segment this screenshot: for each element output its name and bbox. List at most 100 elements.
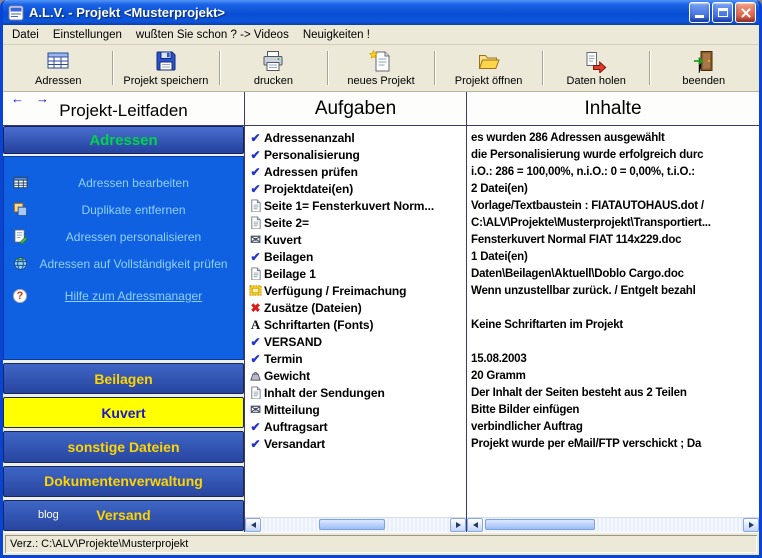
menu-item-neuigkeiten[interactable]: Neuigkeiten ! <box>296 27 377 43</box>
task-row-termin[interactable]: ✔ Termin <box>245 350 466 367</box>
adressen-panel: Adressen bearbeiten Duplikate entfernen Ad… <box>3 156 244 360</box>
statusbar: Verz.: C:\ALV\Projekte\Musterprojekt <box>3 532 759 555</box>
minimize-button[interactable] <box>689 2 710 23</box>
task-label: Seite 1= Fensterkuvert Norm... <box>264 198 435 213</box>
task-label: Versandart <box>264 436 326 451</box>
blog-label[interactable]: blog <box>38 509 59 521</box>
scroll-left-button[interactable] <box>467 518 483 532</box>
task-label: Seite 2= <box>264 215 309 230</box>
task-row-projektdatei-en[interactable]: ✔ Projektdatei(en) <box>245 180 466 197</box>
scroll-track[interactable] <box>483 518 743 532</box>
nav-forward-button[interactable]: → <box>36 92 49 106</box>
sidebar-section-beilagen[interactable]: Beilagen <box>3 363 244 395</box>
task-label: Gewicht <box>264 368 310 383</box>
weight-icon <box>247 369 264 382</box>
contents-rows: es wurden 286 Adressen ausgewählt die Per… <box>467 129 759 517</box>
task-label: Kuvert <box>264 232 302 247</box>
task-row-verfügung-freimachung[interactable]: Verfügung / Freimachung <box>245 282 466 299</box>
maximize-icon <box>717 8 728 17</box>
titlebar[interactable]: A.L.V. - Projekt <Musterprojekt> <box>3 0 759 25</box>
menubar: Datei Einstellungen wußten Sie schon ? -> … <box>3 25 759 45</box>
scroll-right-button[interactable] <box>743 518 759 532</box>
sidebar-item-duplikate-entfernen[interactable]: Duplikate entfernen <box>10 202 237 217</box>
task-row-adressenanzahl[interactable]: ✔ Adressenanzahl <box>245 129 466 146</box>
envelope-icon: ✉ <box>250 401 261 417</box>
task-row-gewicht[interactable]: Gewicht <box>245 367 466 384</box>
menu-item-wußten-sie-schon-videos[interactable]: wußten Sie schon ? -> Videos <box>129 27 296 43</box>
check-icon: ✔ <box>250 334 261 349</box>
task-row-beilagen[interactable]: ✔ Beilagen <box>245 248 466 265</box>
task-label: Adressen prüfen <box>264 164 358 179</box>
task-row-auftragsart[interactable]: ✔ Auftragsart <box>245 418 466 435</box>
sidebar-item-label: Duplikate entfernen <box>81 202 186 217</box>
tasks-rows: ✔ Adressenanzahl ✔ Personalisierung ✔ Adresse… <box>245 129 466 517</box>
sidebar-item-hilfe-zum-adressmanager[interactable]: ? Hilfe zum Adressmanager <box>10 289 237 303</box>
content-row-seite-1-fensterkuvert-norm: Vorlage/Textbaustein : FIATAUTOHAUS.dot … <box>471 199 704 212</box>
tasks-column: ✔ Adressenanzahl ✔ Personalisierung ✔ Adresse… <box>245 126 467 532</box>
menu-item-einstellungen[interactable]: Einstellungen <box>46 27 129 43</box>
toolbar-button-daten-holen[interactable]: Daten holen <box>545 47 648 89</box>
task-row-versandart[interactable]: ✔ Versandart <box>245 435 466 452</box>
check-icon: ✔ <box>250 147 261 162</box>
menu-item-datei[interactable]: Datei <box>5 27 46 43</box>
toolbar-button-drucken[interactable]: drucken <box>222 47 325 89</box>
scroll-thumb[interactable] <box>319 519 385 530</box>
sidebar-section-adressen[interactable]: Adressen <box>3 126 244 154</box>
content-row-seite-2: C:\ALV\Projekte\Musterprojekt\Transporti… <box>471 216 711 229</box>
task-row-beilage-1[interactable]: Beilage 1 <box>245 265 466 282</box>
sidebar-sections: Beilagen Kuvert sonstige Dateien Dokumenten… <box>3 363 244 532</box>
task-row-personalisierung[interactable]: ✔ Personalisierung <box>245 146 466 163</box>
task-label: Schriftarten (Fonts) <box>264 317 374 332</box>
task-row-seite-2[interactable]: Seite 2= <box>245 214 466 231</box>
tasks-horizontal-scrollbar[interactable] <box>245 517 466 532</box>
sidebar-section-dokumentenverwaltung[interactable]: Dokumentenverwaltung <box>3 465 244 497</box>
sidebar: Adressen Adressen bearbeiten Duplikate en… <box>3 126 245 532</box>
content-row-kuvert: Fensterkuvert Normal FIAT 114x229.doc <box>471 233 682 246</box>
toolbar-separator <box>111 51 113 85</box>
triangle-right-icon <box>748 522 754 528</box>
scroll-right-button[interactable] <box>450 518 466 532</box>
sidebar-item-adressen-auf-vollständigkeit-prüfen[interactable]: Adressen auf Vollständigkeit prüfen <box>10 256 237 271</box>
sidebar-section-kuvert[interactable]: Kuvert <box>3 397 244 429</box>
sidebar-item-adressen-bearbeiten[interactable]: Adressen bearbeiten <box>10 175 237 190</box>
contents-horizontal-scrollbar[interactable] <box>467 517 759 532</box>
content-row-projektdatei-en: 2 Datei(en) <box>471 182 528 195</box>
toolbar-button-beenden[interactable]: beenden <box>652 47 755 89</box>
scroll-track[interactable] <box>261 518 450 532</box>
document-icon <box>247 267 264 280</box>
print-icon <box>261 49 285 73</box>
close-button[interactable] <box>735 2 756 23</box>
nav-back-button[interactable]: ← <box>11 92 24 106</box>
scroll-left-button[interactable] <box>245 518 261 532</box>
content-row-personalisierung: die Personalisierung wurde erfolgreich d… <box>471 148 704 161</box>
task-row-kuvert[interactable]: ✉ Kuvert <box>245 231 466 248</box>
content-row-beilagen: 1 Datei(en) <box>471 250 528 263</box>
toolbar-button-projekt-speichern[interactable]: Projekt speichern <box>115 47 218 89</box>
sidebar-section-versand[interactable]: blog Versand <box>3 499 244 532</box>
envelope-icon: ✉ <box>250 231 261 247</box>
task-row-inhalt-der-sendungen[interactable]: Inhalt der Sendungen <box>245 384 466 401</box>
task-row-adressen-prüfen[interactable]: ✔ Adressen prüfen <box>245 163 466 180</box>
content-row-mitteilung: Bitte Bilder einfügen <box>471 403 580 416</box>
toolbar-button-adressen[interactable]: Adressen <box>7 47 110 89</box>
task-row-versand[interactable]: ✔ VERSAND <box>245 333 466 350</box>
task-row-seite-1-fensterkuvert-norm[interactable]: Seite 1= Fensterkuvert Norm... <box>245 197 466 214</box>
sidebar-section-sonstige-dateien[interactable]: sonstige Dateien <box>3 431 244 463</box>
check-icon: ✔ <box>250 164 261 179</box>
sidebar-section-label: Dokumentenverwaltung <box>44 473 203 490</box>
content-row-gewicht: 20 Gramm <box>471 369 526 382</box>
toolbar-separator <box>649 51 651 85</box>
toolbar-button-projekt-öffnen[interactable]: Projekt öffnen <box>437 47 540 89</box>
column-header-inhalte: Inhalte <box>584 97 642 119</box>
task-row-mitteilung[interactable]: ✉ Mitteilung <box>245 401 466 418</box>
scroll-thumb[interactable] <box>485 519 595 530</box>
task-row-schriftarten-fonts[interactable]: A Schriftarten (Fonts) <box>245 316 466 333</box>
toolbar-button-neues-projekt[interactable]: neues Projekt <box>330 47 433 89</box>
check-icon: ✔ <box>250 130 261 145</box>
sidebar-item-adressen-personalisieren[interactable]: Adressen personalisieren <box>10 229 237 244</box>
task-label: Adressenanzahl <box>264 130 355 145</box>
content-row-auftragsart: verbindlicher Auftrag <box>471 420 583 433</box>
maximize-button[interactable] <box>712 2 733 23</box>
task-row-zusätze-dateien[interactable]: ✖ Zusätze (Dateien) <box>245 299 466 316</box>
table-icon <box>10 175 30 190</box>
